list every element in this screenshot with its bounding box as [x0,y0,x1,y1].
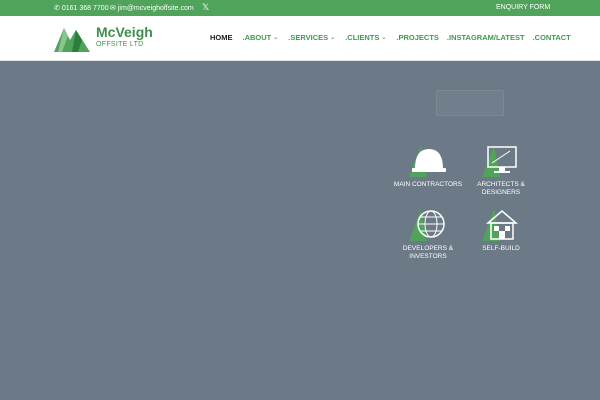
nav-home[interactable]: HOME [210,33,233,42]
phone-icon: ✆ [54,5,60,12]
category-label: ARCHITECTS & DESIGNERS [477,181,525,196]
category-label: DEVELOPERS & INVESTORS [402,245,454,260]
category-developers[interactable]: DEVELOPERS & INVESTORS [388,207,468,261]
house-icon [482,209,519,241]
hard-hat-icon [409,145,446,177]
nav-about[interactable]: .ABOUT ⌄ [243,33,279,42]
nav-about-label: .ABOUT [242,33,272,42]
nav-instagram-label: .INSTAGRAM/LATEST [446,33,525,42]
envelope-icon: ✉ [110,5,116,12]
nav-instagram[interactable]: .INSTAGRAM/LATEST [447,33,525,42]
logo[interactable]: McVeigh OFFSITE LTD [52,22,153,54]
chevron-down-icon: ⌄ [381,35,387,41]
email-address: jim@mcveighoffsite.com [117,4,194,12]
category-main-contractors[interactable]: MAIN CONTRACTORS [388,143,468,189]
category-architects[interactable]: ARCHITECTS & DESIGNERS [461,143,541,197]
nav-projects[interactable]: .PROJECTS [396,33,439,42]
category-label: SELF-BUILD [482,245,520,252]
main-nav: HOME .ABOUT ⌄ .SERVICES ⌄ .CLIENTS ⌄ .PROJE… [210,33,571,42]
nav-home-label: HOME [210,33,233,42]
nav-services-label: .SERVICES [288,33,329,42]
nav-services[interactable]: .SERVICES ⌄ [288,33,335,42]
enquiry-form-link[interactable]: ENQUIRY FORM [496,4,550,11]
hero-ghost-button[interactable] [436,90,504,116]
x-icon[interactable]: 𝕏 [202,2,209,13]
phone-link[interactable]: ✆ 0161 368 7700 [54,4,109,13]
nav-contact-label: .CONTACT [532,33,571,42]
email-link[interactable]: ✉ jim@mcveighoffsite.com [110,4,194,13]
phone-number: 0161 368 7700 [61,4,109,12]
logo-subtitle: OFFSITE LTD [96,41,144,48]
site-header: McVeigh OFFSITE LTD HOME .ABOUT ⌄ .SERVIC… [0,16,600,61]
chevron-down-icon: ⌄ [330,35,336,41]
mountain-logo-icon [54,28,90,52]
category-label: MAIN CONTRACTORS [393,181,463,188]
nav-projects-label: .PROJECTS [396,33,439,42]
globe-icon [409,209,445,241]
nav-clients[interactable]: .CLIENTS ⌄ [345,33,386,42]
top-bar: ✆ 0161 368 7700 ✉ jim@mcveighoffsite.com… [0,0,600,16]
monitor-icon [482,145,517,177]
nav-clients-label: .CLIENTS [345,33,380,42]
chevron-down-icon: ⌄ [273,35,279,41]
logo-name: McVeigh [96,24,153,40]
nav-contact[interactable]: .CONTACT [533,33,571,42]
category-self-build[interactable]: SELF-BUILD [461,207,541,253]
